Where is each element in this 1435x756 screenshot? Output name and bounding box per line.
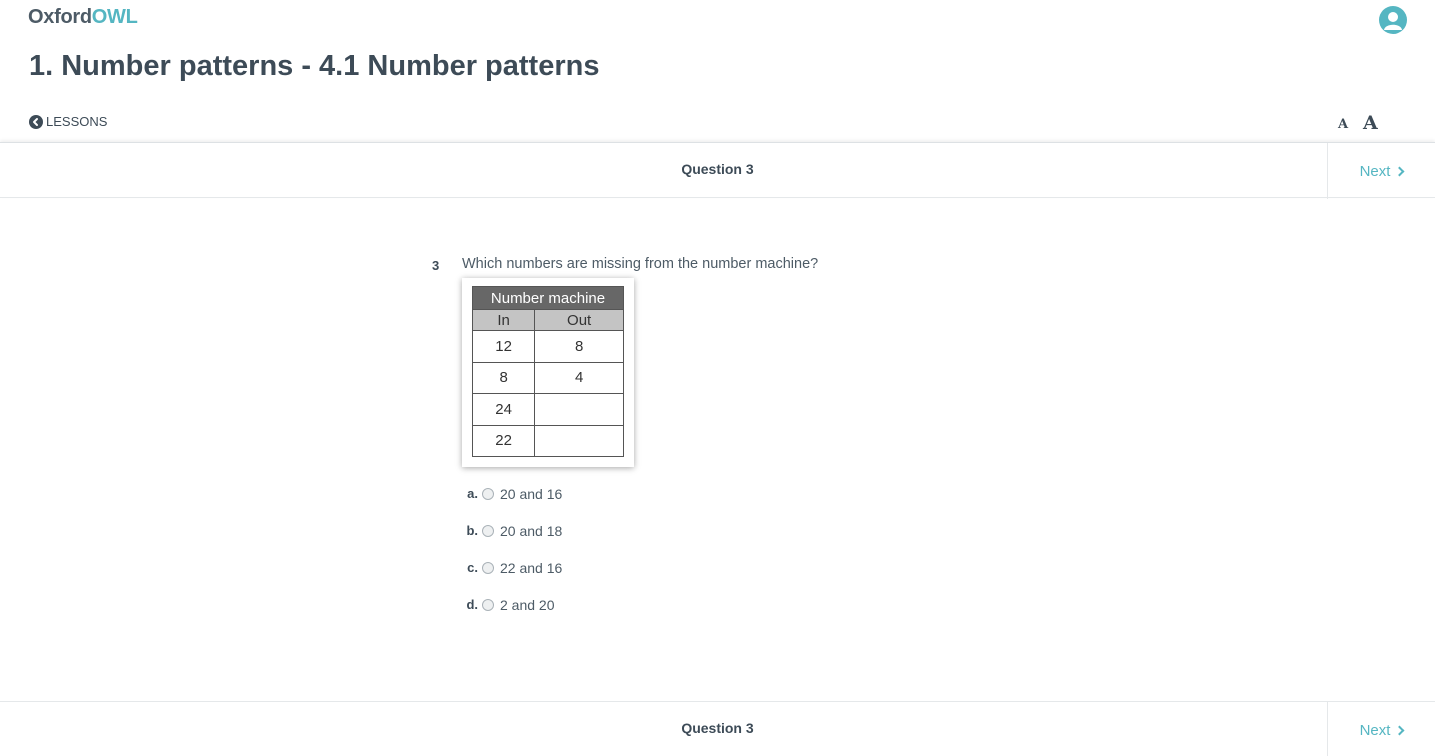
machine-title: Number machine [472, 286, 624, 310]
lessons-back-link[interactable]: LESSONS [29, 114, 107, 129]
font-size-large-button[interactable]: A [1363, 112, 1378, 134]
question-nav-bottom: Question 3 Next [0, 701, 1435, 756]
next-label: Next [1359, 721, 1391, 739]
machine-in-cell: 8 [471, 361, 536, 394]
chevron-right-icon [1394, 725, 1405, 735]
next-button[interactable]: Next [1327, 702, 1435, 756]
font-size-small-button[interactable]: A [1338, 117, 1348, 132]
chevron-right-icon [1394, 166, 1405, 176]
option-text: 20 and 16 [500, 485, 563, 502]
answer-option-a[interactable]: a. 20 and 16 [462, 475, 562, 512]
option-letter: a. [467, 486, 478, 501]
machine-col-in: In [471, 309, 536, 331]
option-text: 22 and 16 [500, 559, 563, 576]
oxford-owl-logo[interactable]: OxfordOWL [28, 6, 138, 29]
machine-in-cell: 22 [471, 424, 536, 457]
next-label: Next [1359, 162, 1391, 180]
question-label: Question 3 [681, 720, 754, 736]
number-machine-image: Number machine In Out 12 8 8 4 24 22 [462, 278, 634, 467]
next-button[interactable]: Next [1327, 143, 1435, 199]
chevron-left-circle-icon [29, 114, 43, 129]
machine-in-cell: 24 [471, 393, 536, 426]
machine-out-cell: 8 [534, 330, 624, 363]
machine-col-out: Out [534, 309, 624, 331]
answer-option-b[interactable]: b. 20 and 18 [462, 512, 562, 549]
radio-button[interactable] [482, 561, 494, 574]
machine-out-cell [534, 424, 624, 457]
question-label: Question 3 [681, 161, 754, 177]
option-letter: d. [466, 597, 478, 612]
option-letter: c. [467, 560, 478, 575]
question-number: 3 [432, 258, 440, 273]
machine-in-cell: 12 [471, 330, 536, 363]
page-title: 1. Number patterns - 4.1 Number patterns [29, 50, 600, 82]
question-nav-top: Question 3 Next [0, 142, 1435, 199]
number-machine-table: Number machine In Out 12 8 8 4 24 22 [471, 286, 624, 457]
option-text: 20 and 18 [500, 522, 563, 539]
machine-out-cell: 4 [534, 361, 624, 394]
table-row: 12 8 [471, 330, 624, 363]
logo-oxford-text: Oxford [28, 6, 92, 28]
question-text: Which numbers are missing from the numbe… [462, 256, 819, 272]
machine-out-cell [534, 393, 624, 426]
radio-button[interactable] [482, 598, 494, 611]
option-text: 2 and 20 [500, 596, 555, 613]
lessons-label: LESSONS [46, 114, 108, 129]
table-row: 24 [471, 393, 624, 426]
radio-button[interactable] [482, 524, 494, 537]
logo-owl-text: OWL [91, 6, 138, 28]
answer-option-c[interactable]: c. 22 and 16 [462, 549, 562, 586]
radio-button[interactable] [482, 487, 494, 500]
option-letter: b. [466, 523, 478, 538]
table-row: 22 [471, 424, 624, 457]
answer-option-d[interactable]: d. 2 and 20 [462, 586, 562, 623]
table-row: 8 4 [471, 361, 624, 394]
answer-options: a. 20 and 16 b. 20 and 18 c. 22 and 16 d… [462, 475, 562, 623]
user-icon[interactable] [1379, 6, 1407, 34]
